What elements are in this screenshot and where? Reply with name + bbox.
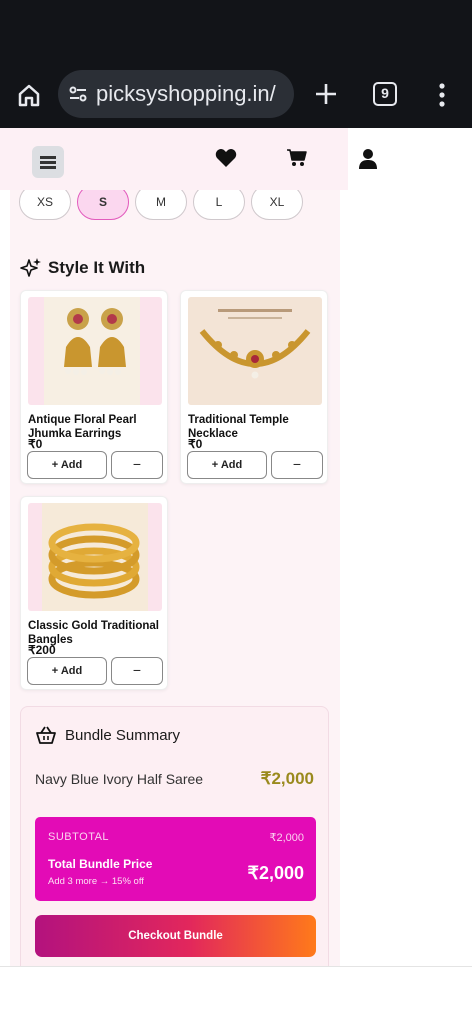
hamburger-line: [40, 161, 56, 164]
bundle-item-price: ₹2,000: [260, 769, 314, 788]
product-price: ₹0: [188, 437, 203, 451]
remove-button[interactable]: −: [111, 451, 163, 479]
bundle-item-name: Navy Blue Ivory Half Saree: [35, 771, 204, 787]
home-button[interactable]: [14, 80, 44, 110]
remove-button[interactable]: −: [271, 451, 323, 479]
size-chip-m[interactable]: M: [135, 190, 187, 220]
size-chip-l[interactable]: L: [193, 190, 245, 220]
hamburger-menu-button[interactable]: [32, 146, 64, 178]
size-chip-xs[interactable]: XS: [19, 190, 71, 220]
bundle-summary-title: Bundle Summary: [65, 726, 181, 744]
more-vertical-icon: [439, 83, 445, 107]
bundle-summary-header: Bundle Summary: [35, 725, 180, 745]
necklace-image: [188, 297, 322, 405]
hamburger-line: [40, 156, 56, 159]
size-selector: XS S M L XL: [19, 190, 339, 226]
tab-switcher-button[interactable]: 9: [373, 82, 397, 106]
checkout-bundle-button[interactable]: Checkout Bundle: [35, 915, 316, 957]
total-bundle-label: Total Bundle Price: [48, 857, 153, 871]
browser-menu-button[interactable]: [432, 80, 452, 110]
status-bar: [0, 0, 472, 62]
product-content: XS S M L XL Style It With Antique Floral…: [10, 190, 340, 966]
hamburger-line: [40, 166, 56, 169]
product-card[interactable]: Antique Floral Pearl Jhumka Earrings ₹0 …: [20, 290, 168, 484]
plus-icon: [316, 84, 336, 104]
wishlist-heart-icon[interactable]: [215, 148, 237, 168]
site-settings-icon[interactable]: [68, 84, 88, 104]
product-name: Traditional Temple Necklace: [188, 414, 289, 440]
add-button[interactable]: + Add: [27, 451, 107, 479]
add-button[interactable]: + Add: [27, 657, 107, 685]
subtotal-label: SUBTOTAL: [48, 831, 110, 843]
discount-hint: Add 3 more → 15% off: [48, 876, 144, 887]
size-chip-s[interactable]: S: [77, 190, 129, 220]
subtotal-value: ₹2,000: [269, 832, 304, 844]
user-account-icon[interactable]: [358, 148, 378, 170]
product-name: Antique Floral Pearl Jhumka Earrings: [28, 414, 137, 440]
earrings-image: [28, 297, 162, 405]
cart-icon[interactable]: [286, 148, 308, 168]
url-text: picksyshopping.in/: [96, 81, 276, 106]
sparkle-icon: [20, 258, 41, 277]
web-page: XS S M L XL Style It With Antique Floral…: [0, 128, 472, 966]
product-card[interactable]: Classic Gold Traditional Bangles ₹200 + …: [20, 496, 168, 690]
address-bar[interactable]: picksyshopping.in/: [58, 70, 294, 118]
basket-icon: [36, 726, 56, 744]
style-it-with-header: Style It With: [20, 256, 145, 280]
total-bundle-price: ₹2,000: [247, 863, 305, 883]
remove-button[interactable]: −: [111, 657, 163, 685]
section-title: Style It With: [48, 258, 146, 277]
bangles-image: [28, 503, 162, 611]
home-icon: [18, 84, 40, 107]
bottom-bar: [0, 966, 472, 1024]
browser-toolbar: picksyshopping.in/ 9: [0, 62, 472, 128]
product-card[interactable]: Traditional Temple Necklace ₹0 + Add −: [180, 290, 328, 484]
bundle-summary-panel: Bundle Summary Navy Blue Ivory Half Sare…: [20, 706, 329, 966]
subtotal-box: SUBTOTAL ₹2,000 Total Bundle Price Add 3…: [35, 817, 316, 901]
product-price: ₹0: [28, 437, 43, 451]
product-price: ₹200: [28, 643, 56, 657]
add-button[interactable]: + Add: [187, 451, 267, 479]
size-chip-xl[interactable]: XL: [251, 190, 303, 220]
site-header: [0, 128, 348, 190]
new-tab-button[interactable]: [310, 78, 342, 110]
